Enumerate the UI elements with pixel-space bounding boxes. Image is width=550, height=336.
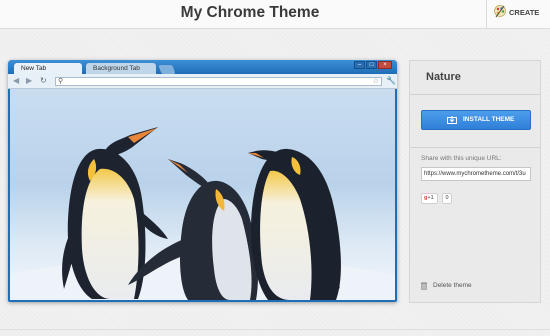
minimize-icon[interactable]: –	[354, 61, 365, 69]
browser-titlebar: New Tab Background Tab – □ ×	[8, 60, 397, 75]
browser-preview: New Tab Background Tab – □ × ◀ ▶ ↻ ⚲ ☆ 🔧	[8, 60, 397, 302]
trash-icon[interactable]	[421, 282, 427, 290]
google-plus-count: 0	[442, 193, 452, 204]
close-icon[interactable]: ×	[378, 61, 392, 69]
search-icon: ⚲	[58, 78, 64, 85]
site-header: My Chrome Theme CREATE	[0, 0, 550, 29]
header-divider	[486, 0, 487, 29]
omnibox[interactable]: ⚲ ☆	[55, 77, 382, 86]
create-theme-link[interactable]: CREATE	[509, 8, 539, 17]
google-plus-label: +1	[427, 195, 434, 201]
install-icon	[447, 116, 457, 124]
delete-theme-link[interactable]: Delete theme	[433, 282, 472, 289]
penguins-image	[10, 89, 395, 300]
footer-divider	[0, 329, 550, 330]
wrench-icon[interactable]: 🔧	[386, 76, 396, 86]
window-controls: – □ ×	[354, 61, 392, 69]
star-icon[interactable]: ☆	[373, 77, 379, 85]
palette-icon[interactable]	[493, 4, 507, 18]
back-icon[interactable]: ◀	[13, 76, 19, 86]
sidebar-divider	[410, 94, 540, 95]
browser-toolbar: ◀ ▶ ↻ ⚲ ☆ 🔧	[8, 74, 397, 89]
forward-icon[interactable]: ▶	[26, 76, 32, 86]
maximize-icon[interactable]: □	[366, 61, 377, 69]
sidebar-divider	[410, 147, 540, 148]
share-label: Share with this unique URL:	[421, 155, 502, 162]
theme-name: Nature	[426, 71, 461, 83]
install-theme-button[interactable]: INSTALL THEME	[421, 110, 531, 130]
site-title: My Chrome Theme	[180, 4, 320, 21]
theme-sidebar: Nature INSTALL THEME Share with this uni…	[409, 60, 541, 303]
new-tab-page-background	[10, 89, 395, 300]
reload-icon[interactable]: ↻	[40, 76, 47, 86]
share-url-field[interactable]: https://www.mychrometheme.com/t/3u	[421, 167, 531, 181]
google-plus-button[interactable]: g+1	[421, 193, 438, 204]
new-tab-button[interactable]	[158, 65, 176, 74]
install-theme-label: INSTALL THEME	[463, 116, 515, 123]
